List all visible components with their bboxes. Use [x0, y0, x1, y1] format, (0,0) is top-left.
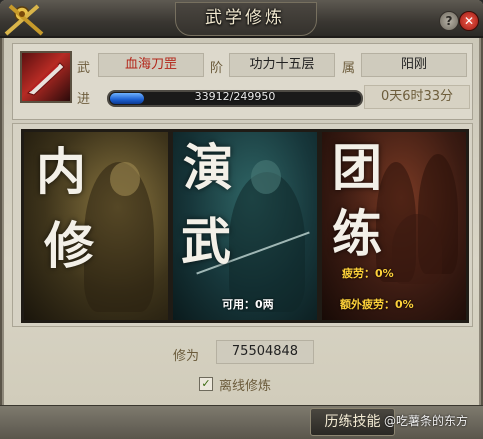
window-title: 武学修炼 [205, 8, 285, 28]
card-glyph-top: 演 [183, 138, 233, 197]
progress-label: 进 [77, 92, 91, 107]
card-glyph-bottom: 修 [44, 216, 94, 275]
extra-fatigue-stat: 额外疲劳：0% [340, 298, 414, 311]
available-money: 可用：0两 [222, 298, 274, 311]
time-remaining: 0天6时33分 [364, 85, 470, 109]
card-perform[interactable]: 演 武 可用：0两 [170, 129, 320, 323]
swordswoman-head [251, 160, 281, 194]
cultivation-value: 75504848 [216, 340, 314, 364]
close-button[interactable]: ✕ [459, 11, 479, 31]
skill-name-label: 武 [77, 61, 91, 76]
watermark: @吃薯条的东方 [384, 414, 469, 428]
cultivation-label: 修为 [173, 349, 200, 364]
skill-icon[interactable] [20, 51, 72, 103]
card-glyph-bottom: 武 [181, 212, 231, 271]
offline-training-label[interactable]: 离线修炼 [219, 375, 271, 394]
card-glyph-top: 团 [332, 138, 382, 197]
skill-type-label: 属 [342, 61, 356, 76]
history-skill-button[interactable]: 历练技能 [310, 408, 395, 436]
card-inner-cultivation[interactable]: 内 修 [21, 129, 171, 323]
skill-type-field: 阳刚 [361, 53, 467, 77]
warrior-head [110, 162, 140, 196]
skill-name-field: 血海刀罡 [98, 53, 204, 77]
game-logo-icon [4, 4, 44, 36]
figure-front [392, 214, 442, 284]
card-glyph-top: 内 [36, 142, 86, 201]
progress-text: 33912/249950 [194, 90, 276, 103]
blade-icon [27, 62, 65, 96]
help-button[interactable]: ? [439, 11, 459, 31]
fatigue-stat: 疲劳：0% [342, 267, 394, 280]
skill-level-label: 阶 [210, 61, 224, 76]
card-team[interactable]: 团 练 疲劳：0% 额外疲劳：0% [319, 129, 469, 323]
card-glyph-bottom: 练 [332, 204, 382, 263]
offline-training-checkbox[interactable]: ✓ [199, 377, 213, 391]
skill-level-field: 功力十五层 [229, 53, 335, 77]
